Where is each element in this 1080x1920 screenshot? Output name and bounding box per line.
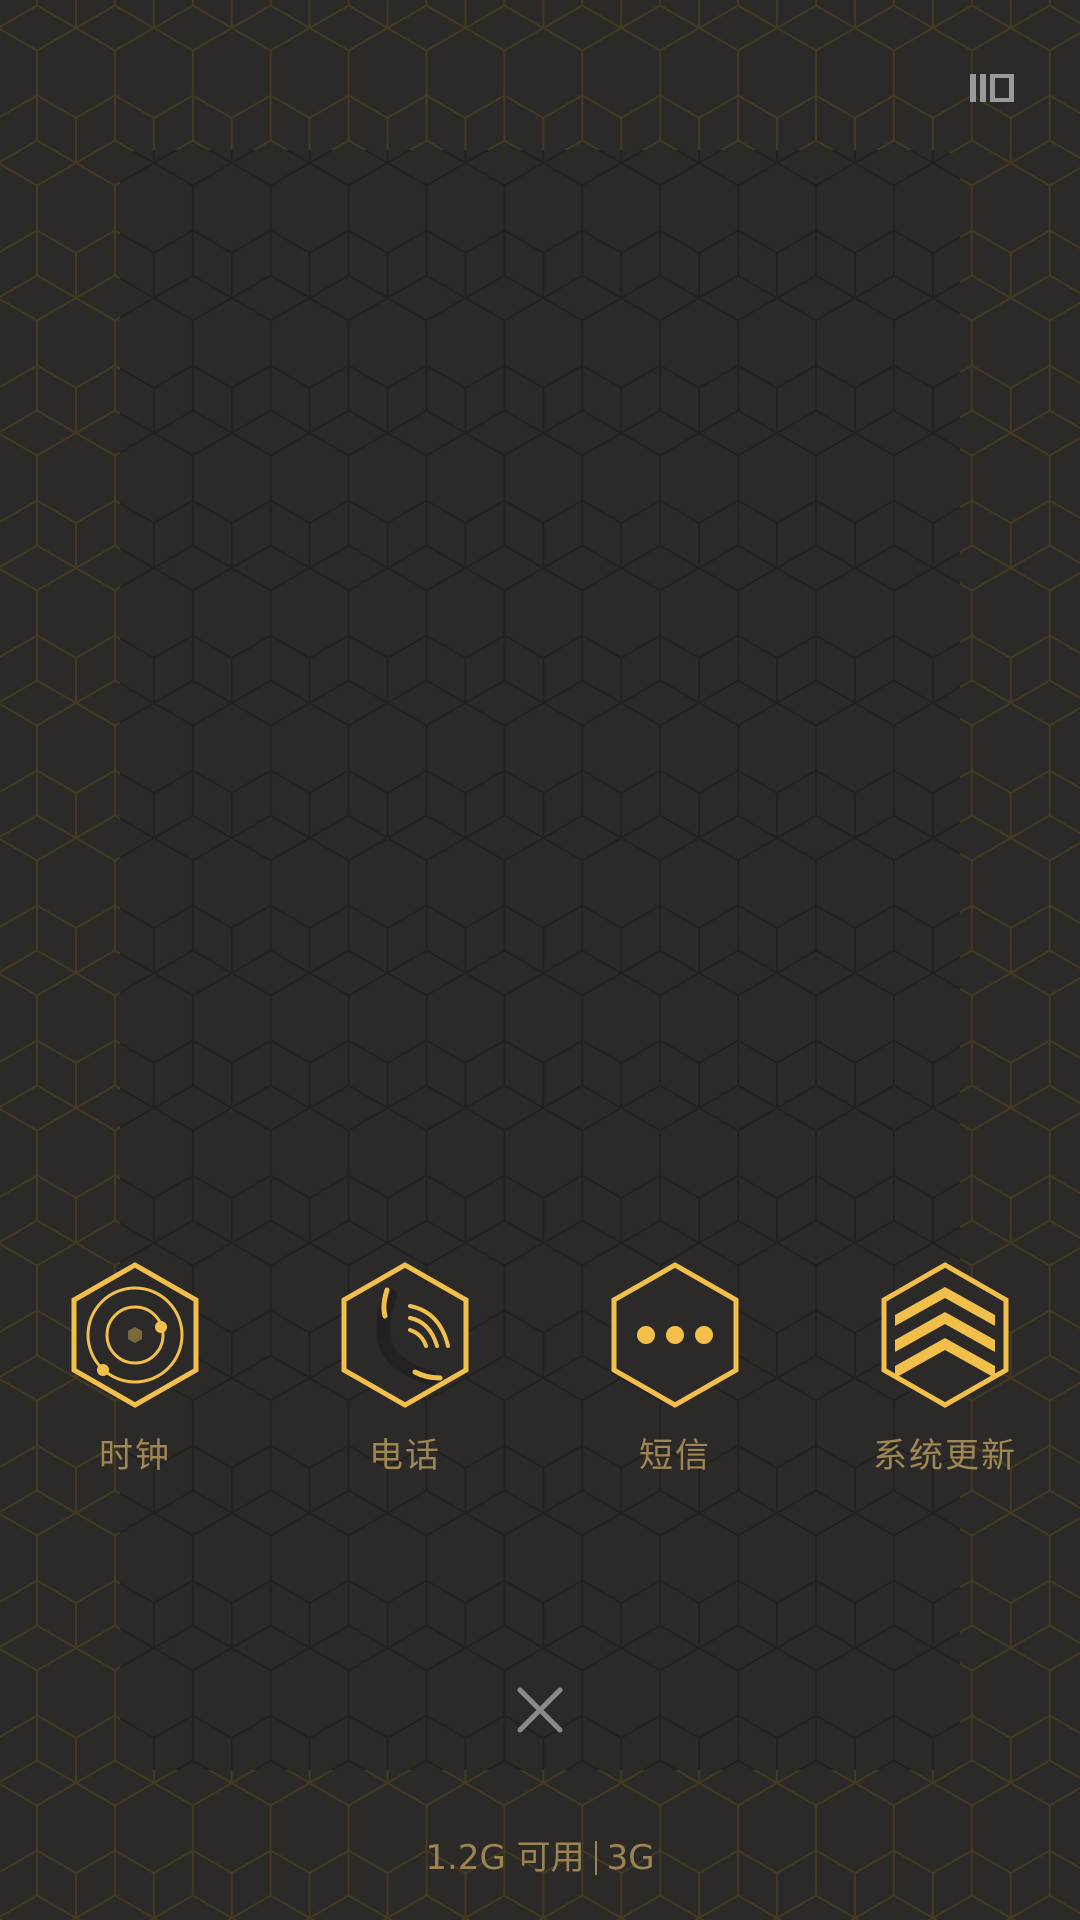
chevrons-up-icon	[881, 1262, 1009, 1408]
memory-separator	[594, 1841, 597, 1875]
app-system-update[interactable]: 系统更新	[835, 1260, 1055, 1480]
phone-signal-icon	[341, 1262, 469, 1408]
clock-orbit-icon	[71, 1262, 199, 1408]
list-toggle-icon[interactable]	[968, 70, 1016, 106]
memory-available: 1.2G 可用	[425, 1838, 585, 1878]
app-sms[interactable]: 短信	[565, 1260, 785, 1480]
hexagon-background	[0, 0, 1080, 1920]
app-phone[interactable]: 电话	[295, 1260, 515, 1480]
app-clock[interactable]: 时钟	[25, 1260, 245, 1480]
app-label: 时钟	[99, 1436, 171, 1476]
close-icon[interactable]	[510, 1680, 570, 1740]
app-label: 电话	[369, 1436, 441, 1476]
app-label: 系统更新	[873, 1436, 1017, 1476]
app-label: 短信	[639, 1436, 711, 1476]
memory-status: 1.2G 可用 3G	[0, 1830, 1080, 1879]
message-dots-icon	[611, 1262, 739, 1408]
memory-total: 3G	[606, 1838, 655, 1878]
